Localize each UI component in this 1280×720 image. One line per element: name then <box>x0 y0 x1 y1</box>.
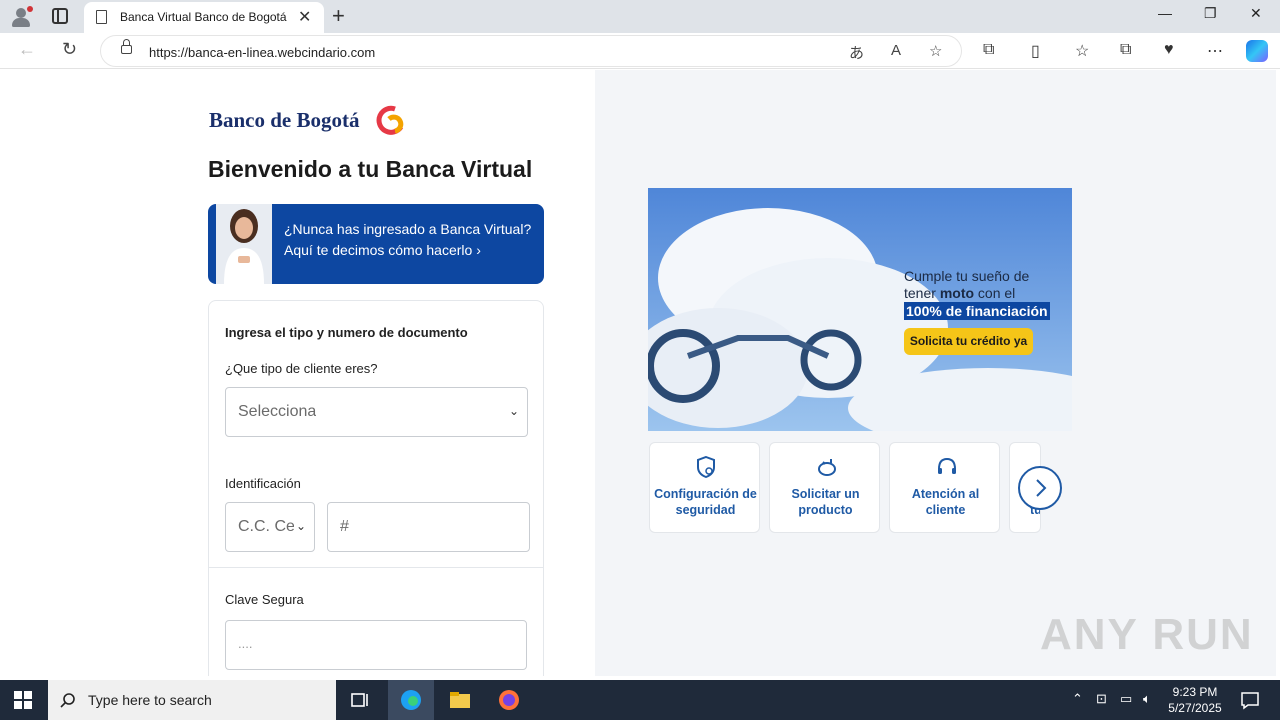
address-bar[interactable]: https://banca-en-linea.webcindario.com あ… <box>100 35 962 67</box>
banner-line-3: 100% de financiación <box>904 302 1050 320</box>
woman-avatar-icon <box>216 204 272 284</box>
quick-link-security[interactable]: Configuración de seguridad <box>649 442 760 533</box>
id-label: Identificación <box>225 476 301 491</box>
extensions-icon[interactable]: ⧉ <box>983 41 994 59</box>
new-tab-button[interactable]: + <box>332 3 345 29</box>
back-icon[interactable]: ← <box>18 39 36 60</box>
split-screen-icon[interactable]: ▯ <box>1031 41 1040 61</box>
tab-actions-icon[interactable] <box>52 8 68 24</box>
minimize-button[interactable]: — <box>1158 5 1172 21</box>
network-icon[interactable]: ⊡ <box>1096 691 1107 707</box>
translate-icon[interactable]: あ <box>849 42 864 63</box>
edge-icon <box>401 690 421 710</box>
promo-line-1: ¿Nunca has ingresado a Banca Virtual? <box>284 221 532 237</box>
banner-line-2: tener moto con el <box>904 285 1016 301</box>
chevron-right-icon <box>1036 479 1047 497</box>
close-tab-icon[interactable]: ✕ <box>298 7 311 27</box>
login-form: Ingresa el tipo y numero de documento ¿Q… <box>208 300 544 676</box>
piggy-bank-icon <box>818 459 836 476</box>
read-aloud-icon[interactable]: A <box>891 42 901 59</box>
tab-bar: Banca Virtual Banco de Bogotá ✕ + — ❐ ✕ <box>0 0 1280 33</box>
firefox-icon[interactable] <box>497 688 521 712</box>
carousel-next-button[interactable] <box>1018 466 1062 510</box>
banner-line-1: Cumple tu sueño de <box>904 268 1030 284</box>
password-label: Clave Segura <box>225 592 304 607</box>
search-placeholder: Type here to search <box>88 692 212 708</box>
quick-link-label: Solicitar un producto <box>791 487 860 517</box>
id-number-field[interactable]: # <box>327 502 530 552</box>
notifications-icon[interactable] <box>1238 688 1262 712</box>
bank-logo-mark-icon <box>376 105 404 135</box>
lock-icon[interactable] <box>121 39 132 54</box>
client-type-label: ¿Que tipo de cliente eres? <box>225 361 378 376</box>
first-time-banner[interactable]: ¿Nunca has ingresado a Banca Virtual? Aq… <box>208 204 544 284</box>
collections-icon[interactable]: ⧉ <box>1120 41 1131 59</box>
favorite-star-icon[interactable]: ☆ <box>929 42 942 60</box>
page-icon <box>96 10 107 24</box>
ethernet-icon[interactable]: ▭ <box>1120 691 1132 707</box>
navigation-bar: ← ↻ https://banca-en-linea.webcindario.c… <box>0 33 1280 69</box>
quick-link-label: Configuración de seguridad <box>654 487 757 517</box>
headset-icon <box>938 457 956 474</box>
request-credit-button[interactable]: Solicita tu crédito ya <box>904 328 1033 355</box>
chevron-down-icon: ⌄ <box>508 404 519 418</box>
favorites-icon[interactable]: ☆ <box>1075 41 1089 61</box>
quick-link-label: Atención al cliente <box>911 487 980 517</box>
promo-line-2[interactable]: Aquí te decimos cómo hacerlo › <box>284 242 481 258</box>
search-icon <box>60 693 75 708</box>
quick-link-support[interactable]: Atención al cliente <box>889 442 1000 533</box>
bank-logo-text: Banco de Bogotá <box>209 108 360 132</box>
clock[interactable]: 9:23 PM 5/27/2025 <box>1160 684 1230 716</box>
browser-essentials-icon[interactable]: ♥ <box>1164 41 1174 59</box>
file-explorer-icon[interactable] <box>448 688 472 712</box>
restore-button[interactable]: ❐ <box>1204 5 1217 22</box>
refresh-icon[interactable]: ↻ <box>62 39 77 60</box>
password-field[interactable]: .... <box>225 620 527 670</box>
more-menu-icon[interactable]: ⋯ <box>1207 41 1223 61</box>
edge-taskbar-item[interactable] <box>388 680 434 720</box>
password-section: Clave Segura .... <box>209 567 543 676</box>
shield-icon <box>697 456 715 478</box>
chevron-down-icon: ⌄ <box>295 519 306 533</box>
page-title: Bienvenido a tu Banca Virtual <box>208 156 533 182</box>
windows-start-icon[interactable] <box>14 691 32 709</box>
volume-icon[interactable]: 🔈︎ <box>1143 691 1151 707</box>
page-content: Banco de Bogotá Bienvenido a tu Banca Vi… <box>4 70 1276 676</box>
active-tab[interactable]: Banca Virtual Banco de Bogotá ✕ <box>84 2 324 33</box>
moto-credit-banner[interactable]: Cumple tu sueño de tener moto con el 100… <box>648 188 1072 431</box>
taskbar: Type here to search ⌃ ⊡ ▭ 🔈︎ 9:23 PM 5/2… <box>0 680 1280 720</box>
close-window-button[interactable]: ✕ <box>1250 5 1262 22</box>
form-title: Ingresa el tipo y numero de documento <box>225 325 468 340</box>
id-type-select[interactable]: C.C. Ce ⌄ <box>225 502 315 552</box>
task-view-icon[interactable] <box>348 688 372 712</box>
url-text[interactable]: https://banca-en-linea.webcindario.com <box>149 45 375 60</box>
client-type-select[interactable]: Selecciona ⌄ <box>225 387 528 437</box>
taskbar-search[interactable]: Type here to search <box>48 680 336 720</box>
copilot-icon[interactable] <box>1246 40 1268 62</box>
tab-title: Banca Virtual Banco de Bogotá <box>120 10 287 24</box>
tray-chevron-up-icon[interactable]: ⌃ <box>1072 691 1083 707</box>
profile-icon[interactable] <box>10 6 33 28</box>
quick-link-product[interactable]: Solicitar un producto <box>769 442 880 533</box>
watermark: ANY RUN <box>1040 610 1254 659</box>
